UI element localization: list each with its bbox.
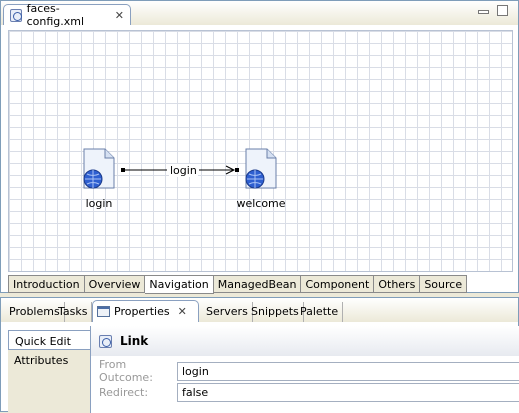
tab-palette[interactable]: Palette [296,302,344,322]
close-icon[interactable]: ✕ [115,9,124,22]
link-icon [99,334,112,348]
redirect-row: Redirect: false [99,382,519,402]
tab-navigation[interactable]: Navigation [145,275,214,294]
jsp-page-globe-icon [83,148,115,189]
minimize-icon[interactable] [478,10,489,14]
view-tab-bar: Problems Tasks Properties ✕ Servers Snip… [1,298,518,322]
faces-config-editor: faces-config.xml ✕ login login welcome I… [0,0,519,294]
jsp-page-globe-icon [245,148,277,189]
faces-config-icon [10,8,22,22]
properties-icon [97,306,110,317]
tab-servers[interactable]: Servers [202,302,253,322]
tab-overview[interactable]: Overview [84,275,146,293]
page-node-login[interactable]: login [74,148,124,210]
from-outcome-field[interactable]: login [177,361,519,381]
panel-header: Link [91,326,519,356]
node-label: login [85,197,113,210]
from-outcome-label: From Outcome: [99,358,153,384]
properties-view-area: Problems Tasks Properties ✕ Servers Snip… [0,297,519,413]
panel-title: Link [120,334,149,348]
properties-side-tabs: Quick Edit Attributes [8,330,90,413]
editor-tab-faces-config[interactable]: faces-config.xml ✕ [3,2,131,28]
maximize-icon[interactable] [497,5,508,16]
editor-page-tabs: Introduction Overview Navigation Managed… [8,275,468,294]
properties-panel: Link From Outcome: login Redirect: false [90,326,519,413]
tab-properties[interactable]: Properties ✕ [92,300,199,322]
navigation-canvas[interactable]: login login welcome [8,30,513,272]
from-outcome-row: From Outcome: login [99,358,519,384]
node-label: welcome [236,197,286,210]
redirect-label: Redirect: [99,385,149,399]
close-icon[interactable]: ✕ [178,305,187,318]
page-node-welcome[interactable]: welcome [236,148,286,210]
editor-tab-bar: faces-config.xml ✕ [1,1,518,28]
properties-tab-label: Properties [114,305,170,318]
tab-component[interactable]: Component [301,275,375,293]
redirect-field[interactable]: false [177,382,519,402]
editor-tab-title: faces-config.xml [26,2,85,28]
tab-introduction[interactable]: Introduction [8,275,85,293]
tab-tasks[interactable]: Tasks [54,302,93,322]
link-label: login [169,164,198,177]
tab-others[interactable]: Others [374,275,421,293]
tab-managed-bean[interactable]: ManagedBean [213,275,302,293]
tab-source[interactable]: Source [420,275,468,293]
window-controls [478,5,508,16]
side-tab-quick-edit[interactable]: Quick Edit [8,330,90,350]
side-tab-attributes[interactable]: Attributes [8,350,90,370]
